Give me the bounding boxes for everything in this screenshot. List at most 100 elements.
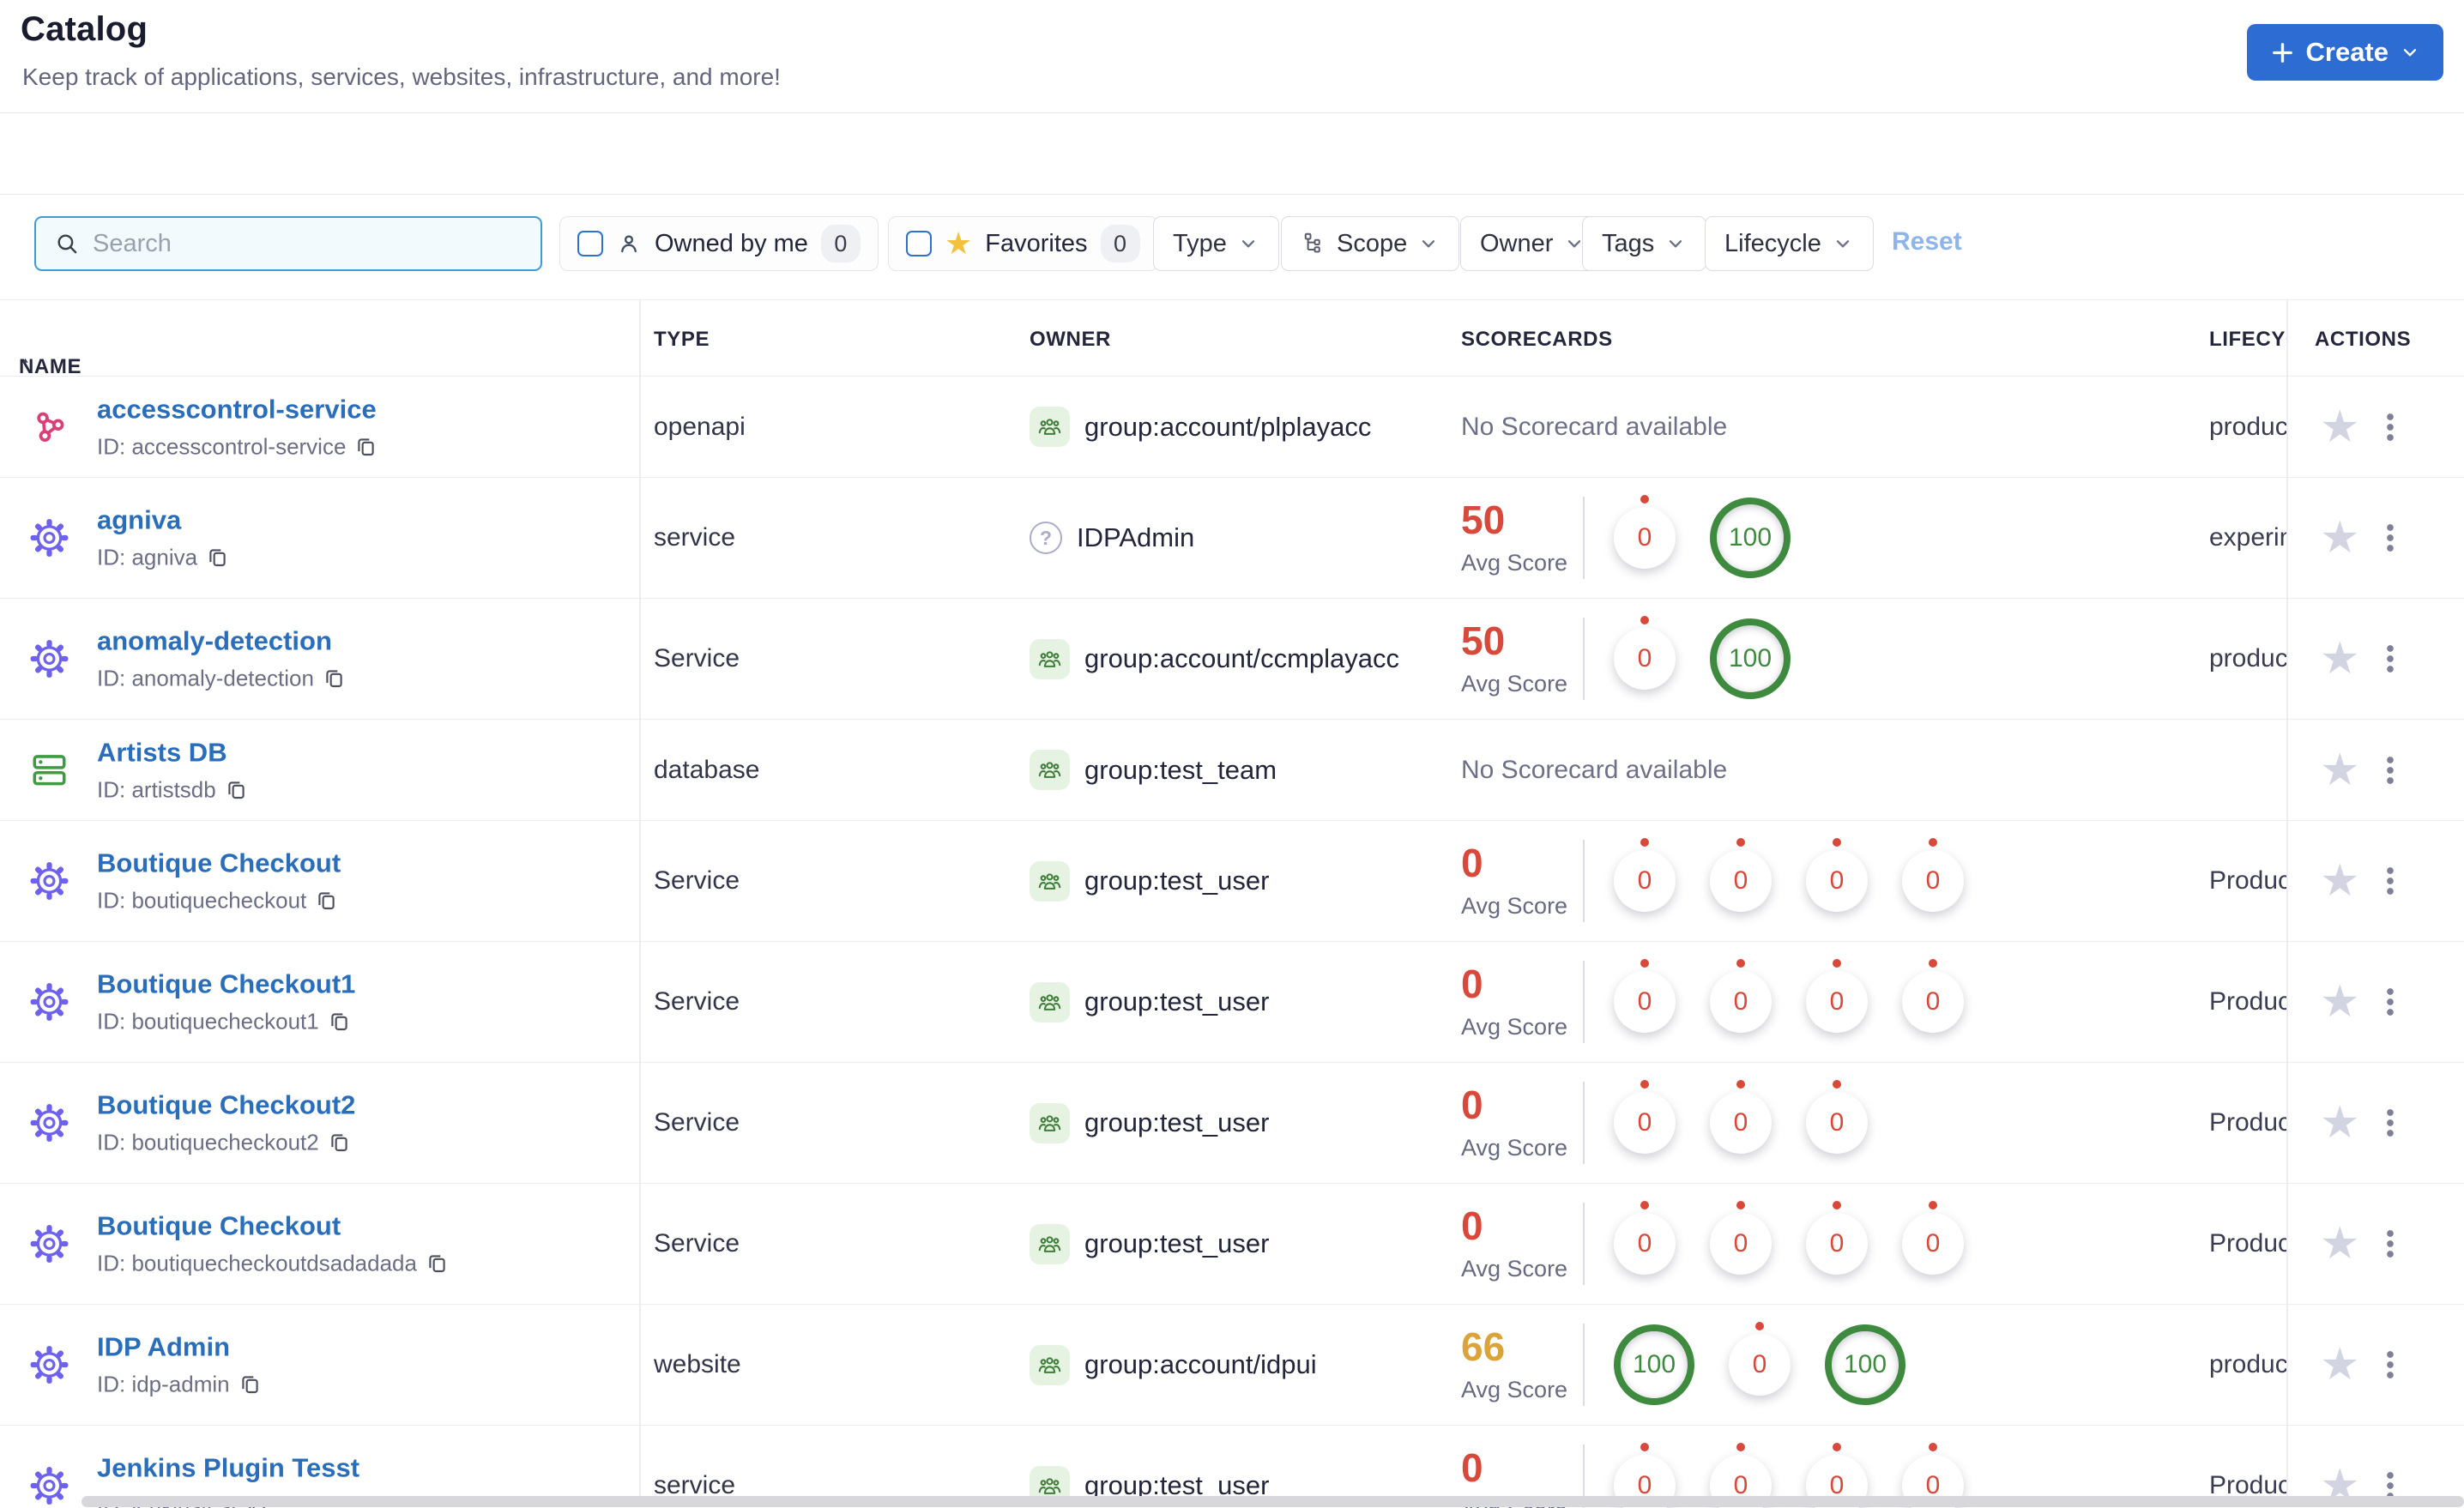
- copy-icon[interactable]: [354, 435, 377, 458]
- scope-dropdown[interactable]: Scope: [1281, 216, 1459, 271]
- lifecycle-cell: production: [2209, 413, 2286, 442]
- table-row[interactable]: Boutique CheckoutID: boutiquecheckoutdsa…: [0, 1184, 2464, 1305]
- scorecards-cell: 50Avg Score0100: [1461, 599, 1791, 719]
- scorecard-rings: 0000: [1614, 850, 1964, 912]
- scorecard-ring: 0: [1710, 1213, 1772, 1275]
- search-input[interactable]: [93, 230, 523, 258]
- owner-label: group:test_user: [1084, 1228, 1269, 1259]
- reset-filters-link[interactable]: Reset: [1892, 227, 1962, 256]
- person-icon: [616, 231, 642, 256]
- lifecycle-cell: production: [2209, 644, 2286, 673]
- type-cell: Service: [654, 644, 740, 673]
- scorecard-ring: 0: [1614, 628, 1676, 690]
- type-dropdown-label: Type: [1173, 230, 1227, 258]
- scorecard-ring: 0: [1614, 1092, 1676, 1154]
- kebab-menu-icon[interactable]: [2373, 1348, 2407, 1382]
- copy-icon[interactable]: [426, 1252, 449, 1276]
- copy-icon[interactable]: [323, 667, 346, 691]
- entity-name-link[interactable]: Boutique Checkout1: [97, 969, 355, 1000]
- avg-score: 50Avg Score: [1461, 500, 1583, 576]
- kebab-menu-icon[interactable]: [2373, 1227, 2407, 1261]
- horizontal-scrollbar[interactable]: [82, 1496, 2464, 1507]
- tags-dropdown[interactable]: Tags: [1582, 216, 1706, 271]
- favorite-star-icon[interactable]: ★: [2320, 859, 2360, 903]
- owner-cell: group:account/idpui: [1030, 1305, 1317, 1425]
- service-gear-icon: [29, 861, 69, 902]
- lifecycle-dropdown-label: Lifecycle: [1724, 230, 1821, 258]
- entity-name-link[interactable]: anomaly-detection: [97, 626, 346, 657]
- kebab-menu-icon[interactable]: [2373, 410, 2407, 444]
- avg-score-value: 66: [1461, 1327, 1583, 1366]
- entity-id: ID: boutiquecheckout1: [97, 1009, 355, 1035]
- entity-name-link[interactable]: Boutique Checkout2: [97, 1090, 355, 1121]
- table-row[interactable]: accesscontrol-serviceID: accesscontrol-s…: [0, 377, 2464, 478]
- favorite-star-icon[interactable]: ★: [2320, 748, 2360, 793]
- type-cell: website: [654, 1350, 741, 1379]
- favorite-star-icon[interactable]: ★: [2320, 636, 2360, 681]
- entity-name-link[interactable]: agniva: [97, 505, 229, 536]
- lifecycle-cell: experimental: [2209, 523, 2286, 552]
- table-row[interactable]: Artists DBID: artistsdbdatabasegroup:tes…: [0, 720, 2464, 821]
- scorecard-ring: 0: [1710, 850, 1772, 912]
- favorite-star-icon[interactable]: ★: [2320, 1101, 2360, 1145]
- column-header-type: TYPE: [654, 328, 710, 352]
- avg-score-value: 50: [1461, 621, 1583, 661]
- owned-by-me-checkbox[interactable]: [577, 231, 603, 256]
- service-gear-icon: [29, 1466, 69, 1506]
- favorite-star-icon[interactable]: ★: [2320, 1221, 2360, 1266]
- favorite-star-icon[interactable]: ★: [2320, 516, 2360, 560]
- kebab-menu-icon[interactable]: [2373, 753, 2407, 787]
- owned-by-me-filter[interactable]: Owned by me 0: [559, 216, 879, 271]
- copy-icon[interactable]: [315, 890, 338, 913]
- scorecard-divider: [1583, 961, 1585, 1043]
- copy-icon[interactable]: [328, 1010, 351, 1034]
- favorite-star-icon[interactable]: ★: [2320, 405, 2360, 449]
- entity-name-link[interactable]: Boutique Checkout: [97, 1211, 449, 1242]
- create-button[interactable]: Create: [2247, 24, 2444, 81]
- table-row[interactable]: Boutique CheckoutID: boutiquecheckoutSer…: [0, 821, 2464, 942]
- favorites-filter[interactable]: ★ Favorites 0: [888, 216, 1158, 271]
- favorite-star-icon[interactable]: ★: [2320, 1342, 2360, 1387]
- column-header-actions: ACTIONS: [2315, 328, 2411, 352]
- scorecards-cell: 0Avg Score0000: [1461, 1184, 1964, 1304]
- group-icon: [1030, 1345, 1070, 1385]
- scorecard-ring: 0: [1806, 1092, 1868, 1154]
- favorite-star-icon[interactable]: ★: [2320, 980, 2360, 1024]
- lifecycle-dropdown[interactable]: Lifecycle: [1705, 216, 1874, 271]
- search-box[interactable]: [34, 216, 542, 271]
- kebab-menu-icon[interactable]: [2373, 642, 2407, 676]
- copy-icon[interactable]: [328, 1131, 351, 1155]
- name-column-divider: [639, 300, 641, 1496]
- scorecard-ring: 0: [1902, 850, 1964, 912]
- table-row[interactable]: anomaly-detectionID: anomaly-detectionSe…: [0, 599, 2464, 720]
- entity-name-link[interactable]: IDP Admin: [97, 1332, 262, 1363]
- kebab-menu-icon[interactable]: [2373, 985, 2407, 1019]
- copy-icon[interactable]: [206, 546, 229, 570]
- table-row[interactable]: Boutique Checkout1ID: boutiquecheckout1S…: [0, 942, 2464, 1063]
- scorecard-ring: 0: [1806, 971, 1868, 1033]
- entity-name-link[interactable]: accesscontrol-service: [97, 394, 377, 425]
- group-icon: [1030, 750, 1070, 790]
- service-gear-icon: [29, 639, 69, 679]
- type-cell: database: [654, 756, 759, 785]
- kebab-menu-icon[interactable]: [2373, 864, 2407, 898]
- scorecard-rings: 000: [1614, 1092, 1868, 1154]
- type-dropdown[interactable]: Type: [1153, 216, 1279, 271]
- copy-icon[interactable]: [239, 1373, 262, 1396]
- favorites-checkbox[interactable]: [906, 231, 932, 256]
- scorecard-ring: 0: [1729, 1334, 1791, 1396]
- copy-icon[interactable]: [225, 778, 248, 801]
- table-row[interactable]: Boutique Checkout2ID: boutiquecheckout2S…: [0, 1063, 2464, 1184]
- entity-name-cell: IDP Admin ID: idp-admin: [97, 1332, 262, 1398]
- table-row[interactable]: agnivaID: agnivaservice?IDPAdmin50Avg Sc…: [0, 478, 2464, 599]
- entity-id: ID: idp-admin: [97, 1372, 262, 1398]
- table-row[interactable]: IDP Admin ID: idp-admin website group:accou…: [0, 1305, 2464, 1426]
- entity-name-link[interactable]: Artists DB: [97, 737, 248, 768]
- scorecard-divider: [1583, 1203, 1585, 1285]
- entity-name-link[interactable]: Jenkins Plugin Tesst: [97, 1453, 359, 1484]
- kebab-menu-icon[interactable]: [2373, 1106, 2407, 1140]
- kebab-menu-icon[interactable]: [2373, 521, 2407, 555]
- entity-name-link[interactable]: Boutique Checkout: [97, 848, 341, 879]
- page-header: Catalog Keep track of applications, serv…: [0, 0, 2464, 113]
- search-icon: [53, 230, 81, 257]
